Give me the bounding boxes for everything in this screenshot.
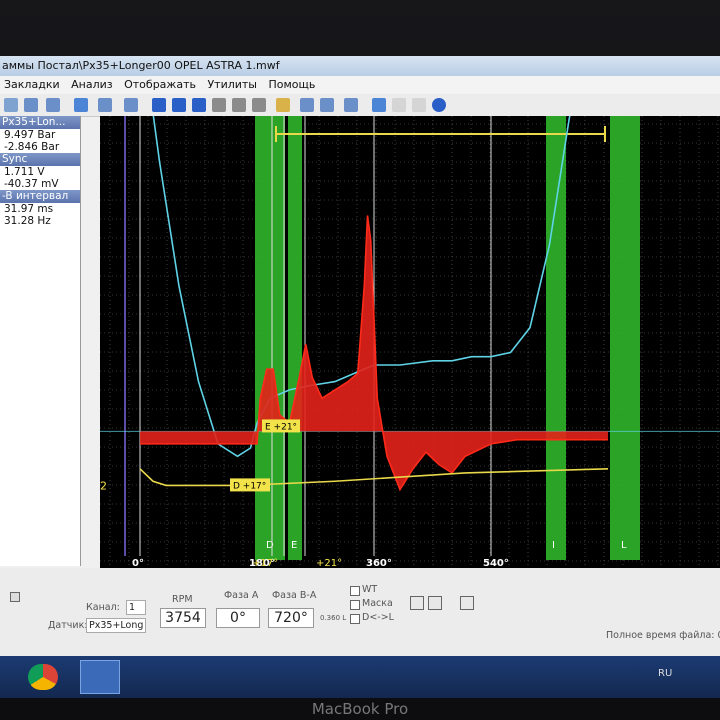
- section-header[interactable]: -B интервал: [0, 190, 80, 203]
- interval-freq: 31.28 Hz: [4, 215, 51, 227]
- cursor-icon[interactable]: [4, 98, 18, 112]
- sensor-select[interactable]: Px35+Long: [86, 618, 146, 633]
- phase-offset-label: +17°: [252, 558, 278, 568]
- app-window: аммы Постал\Px35+Longer00 OPEL ASTRA 1.m…: [0, 56, 720, 660]
- scale-label: 0.360 L: [320, 614, 347, 622]
- channel-label: Канал:: [86, 602, 120, 613]
- filter-icon[interactable]: [124, 98, 138, 112]
- phase-zone-label: E: [291, 540, 297, 551]
- close-icon[interactable]: [10, 592, 20, 602]
- waveform-chart[interactable]: DEILE +21° D +17° 2 0° 180° 360° 540° +17° +21°: [100, 56, 720, 569]
- phase-zone: [288, 116, 302, 560]
- menu-help[interactable]: Помощь: [269, 78, 316, 91]
- menu-view[interactable]: Отображать: [124, 78, 196, 91]
- window-title: аммы Постал\Px35+Longer00 OPEL ASTRA 1.m…: [0, 56, 720, 76]
- menu-bookmarks[interactable]: Закладки: [4, 78, 60, 91]
- layout-icon[interactable]: [252, 98, 266, 112]
- grid-icon[interactable]: [344, 98, 358, 112]
- next-button[interactable]: [428, 596, 442, 610]
- doc2-icon[interactable]: [412, 98, 426, 112]
- x-tick-label: 540°: [483, 558, 509, 568]
- help-icon[interactable]: [432, 98, 446, 112]
- check-all-icon[interactable]: [172, 98, 186, 112]
- bottom-controls: Канал: 1 Датчик: Px35+Long RPM 3754 Фаза…: [0, 568, 720, 660]
- phase-zone-label: I: [552, 540, 555, 551]
- hand-icon[interactable]: [460, 596, 474, 610]
- dl-label: D<->L: [362, 612, 394, 623]
- phase-ba-input[interactable]: 720°: [268, 608, 314, 628]
- value-max: 9.497 Bar: [4, 129, 56, 141]
- phase-a-input[interactable]: 0°: [216, 608, 260, 628]
- section-header[interactable]: Sync: [0, 153, 80, 166]
- dl-checkbox[interactable]: [350, 614, 360, 624]
- menu-bar: Закладки Анализ Отображать Утилиты Помощ…: [0, 76, 720, 94]
- marker-d-label: D +17°: [233, 481, 266, 491]
- chrome-icon[interactable]: [28, 664, 58, 690]
- value-max: 1.711 V: [4, 166, 45, 178]
- wt-checkbox[interactable]: [350, 586, 360, 596]
- channel-select[interactable]: 1: [126, 600, 146, 615]
- image-icon[interactable]: [372, 98, 386, 112]
- export-icon[interactable]: [300, 98, 314, 112]
- menu-utilities[interactable]: Утилиты: [207, 78, 257, 91]
- rpm-label: RPM: [172, 594, 193, 605]
- section-header[interactable]: Px35+Lon...: [0, 116, 80, 129]
- folder-icon[interactable]: [276, 98, 290, 112]
- x-tick-label: 0°: [132, 558, 144, 568]
- mask-checkbox[interactable]: [350, 600, 360, 610]
- interval-time: 31.97 ms: [4, 203, 54, 215]
- undo-icon[interactable]: [74, 98, 88, 112]
- chart-svg[interactable]: D E I LE +21°D +17°20° 180° 360° 540°+17° +21°: [100, 56, 720, 569]
- channels-icon[interactable]: [98, 98, 112, 112]
- phase-a-label: Фаза А: [224, 590, 259, 601]
- device-label: MacBook Pro: [0, 698, 720, 720]
- phase-zone: [255, 116, 285, 560]
- language-indicator[interactable]: RU: [658, 668, 672, 679]
- toolbar: [0, 94, 720, 117]
- copy-icon[interactable]: [212, 98, 226, 112]
- measurement-panel: Px35+Lon... 9.497 Bar -2.846 Bar Sync 1.…: [0, 116, 81, 566]
- page-icon[interactable]: [232, 98, 246, 112]
- phase-zone: [610, 116, 640, 560]
- prev-button[interactable]: [410, 596, 424, 610]
- scale-icon[interactable]: [24, 98, 38, 112]
- menu-analysis[interactable]: Анализ: [71, 78, 113, 91]
- oscilloscope-app-icon[interactable]: [80, 660, 120, 694]
- check-icon[interactable]: [152, 98, 166, 112]
- value-min: -2.846 Bar: [4, 141, 60, 153]
- taskbar: RU: [0, 656, 720, 698]
- rpm-value: 3754: [160, 608, 206, 628]
- phase-ba-label: Фаза В-А: [272, 590, 317, 601]
- x-tick-label: 360°: [366, 558, 392, 568]
- phase-zone: [546, 116, 566, 560]
- phase-zone-label: L: [621, 540, 627, 551]
- phase-offset-label: +21°: [316, 558, 342, 568]
- mark-icon[interactable]: [192, 98, 206, 112]
- print-icon[interactable]: [320, 98, 334, 112]
- status-text: Полное время файла: 000:0: [606, 630, 720, 641]
- zoom-icon[interactable]: [46, 98, 60, 112]
- sensor-label: Датчик:: [48, 620, 88, 631]
- value-min: -40.37 mV: [4, 178, 59, 190]
- phase-zone-label: D: [266, 540, 274, 551]
- marker-e-label: E +21°: [265, 422, 297, 432]
- wt-label: WT: [362, 584, 378, 595]
- channel-marker: 2: [100, 479, 107, 492]
- doc-icon[interactable]: [392, 98, 406, 112]
- mask-label: Маска: [362, 598, 393, 609]
